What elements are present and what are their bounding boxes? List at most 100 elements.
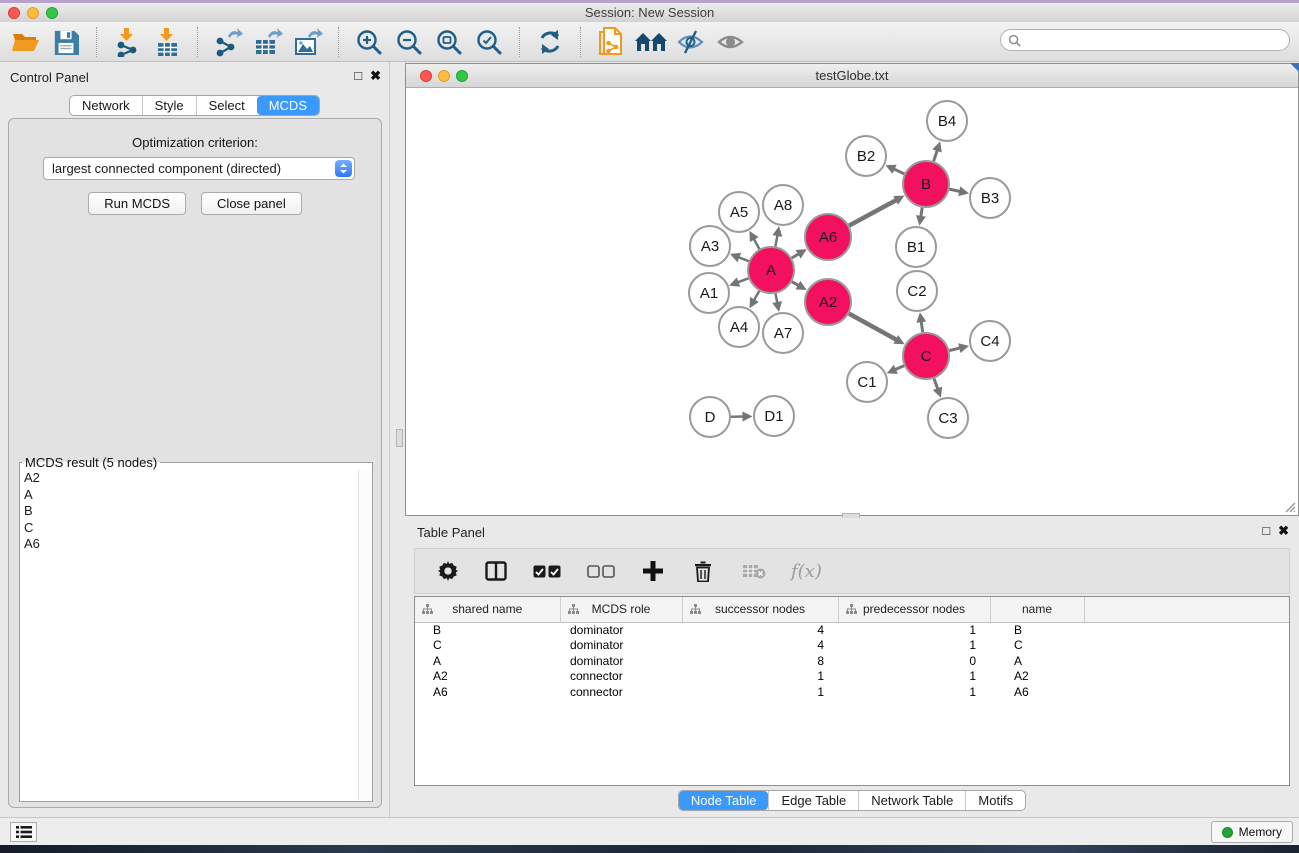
table-cell[interactable]: 1 <box>682 669 838 685</box>
table-cell[interactable]: 1 <box>838 684 990 700</box>
table-tab-network-table[interactable]: Network Table <box>858 791 965 810</box>
tab-select[interactable]: Select <box>196 96 257 115</box>
import-network-button[interactable] <box>107 25 147 59</box>
dropdown-stepper-icon[interactable] <box>335 160 352 177</box>
graph-edge-C-C4[interactable] <box>949 348 960 351</box>
graph-edge-A-A7[interactable] <box>776 294 778 304</box>
table-cell[interactable]: dominator <box>560 622 682 638</box>
control-panel-close-button[interactable]: ✖ <box>370 68 381 84</box>
graph-edge-A-A1[interactable] <box>737 278 748 282</box>
graph-edge-A-A2[interactable] <box>792 282 799 286</box>
table-cell[interactable]: B <box>990 622 1084 638</box>
criterion-dropdown[interactable]: largest connected component (directed) <box>43 157 355 180</box>
table-cell[interactable]: A2 <box>415 669 560 685</box>
table-cell[interactable]: 1 <box>838 638 990 654</box>
mcds-result-item[interactable]: C <box>21 520 357 537</box>
graph-node-A2[interactable]: A2 <box>805 279 851 325</box>
graph-node-B1[interactable]: B1 <box>896 227 936 267</box>
control-panel-float-button[interactable]: □ <box>354 68 362 84</box>
vertical-split-handle[interactable] <box>396 429 403 447</box>
table-settings-button[interactable] <box>435 554 461 588</box>
column-header-name[interactable]: name <box>990 597 1084 622</box>
table-cell[interactable]: A <box>990 653 1084 669</box>
graph-node-C2[interactable]: C2 <box>897 271 937 311</box>
save-session-button[interactable] <box>46 25 86 59</box>
search-field[interactable] <box>1000 29 1290 51</box>
column-header-MCDS-role[interactable]: MCDS role <box>560 597 682 622</box>
result-scrollbar[interactable] <box>358 470 371 800</box>
graph-node-B2[interactable]: B2 <box>846 136 886 176</box>
create-column-button[interactable] <box>639 554 667 588</box>
graph-node-D1[interactable]: D1 <box>754 396 794 436</box>
network-window-titlebar[interactable]: testGlobe.txt <box>406 64 1298 88</box>
graph-edge-B-B1[interactable] <box>921 208 923 218</box>
delete-table-button[interactable] <box>739 554 769 588</box>
graph-node-B3[interactable]: B3 <box>970 178 1010 218</box>
zoom-fit-button[interactable] <box>429 25 469 59</box>
search-input[interactable] <box>1021 31 1289 49</box>
table-cell[interactable]: B <box>415 622 560 638</box>
graph-node-A6[interactable]: A6 <box>805 214 851 260</box>
graph-edge-A6-B[interactable] <box>849 200 897 226</box>
graph-edge-C-C1[interactable] <box>895 366 905 370</box>
graph-node-A[interactable]: A <box>748 247 794 293</box>
graph-edge-B-B2[interactable] <box>893 169 904 174</box>
graph-edge-A-A5[interactable] <box>754 238 760 249</box>
zoom-selected-button[interactable] <box>469 25 509 59</box>
table-cell[interactable]: 4 <box>682 622 838 638</box>
mcds-result-item[interactable]: A6 <box>21 536 357 553</box>
table-cell[interactable]: 0 <box>838 653 990 669</box>
column-header-shared-name[interactable]: shared name <box>415 597 560 622</box>
zoom-out-button[interactable] <box>389 25 429 59</box>
table-cell[interactable]: A6 <box>990 684 1084 700</box>
table-cell[interactable]: A2 <box>990 669 1084 685</box>
function-builder-button[interactable]: f(x) <box>791 561 822 582</box>
graph-node-A1[interactable]: A1 <box>689 273 729 313</box>
graph-edge-A2-C[interactable] <box>849 314 897 341</box>
column-header-successor-nodes[interactable]: successor nodes <box>682 597 838 622</box>
graph-node-C4[interactable]: C4 <box>970 321 1010 361</box>
table-panel-close-button[interactable]: ✖ <box>1278 523 1289 539</box>
show-columns-button[interactable] <box>483 554 509 588</box>
delete-column-button[interactable] <box>689 554 717 588</box>
graph-edge-C-C3[interactable] <box>934 379 938 390</box>
graph-node-D[interactable]: D <box>690 397 730 437</box>
table-cell[interactable]: A6 <box>415 684 560 700</box>
graph-edge-A-A4[interactable] <box>754 291 760 301</box>
graph-edge-B-B3[interactable] <box>949 189 960 192</box>
table-cell[interactable]: 4 <box>682 638 838 654</box>
graph-node-B4[interactable]: B4 <box>927 101 967 141</box>
table-cell[interactable]: 1 <box>838 622 990 638</box>
graph-node-C[interactable]: C <box>903 333 949 379</box>
mcds-result-item[interactable]: A2 <box>21 470 357 487</box>
unselect-all-columns-button[interactable] <box>585 554 617 588</box>
table-cell[interactable]: 1 <box>682 684 838 700</box>
column-header-predecessor-nodes[interactable]: predecessor nodes <box>838 597 990 622</box>
first-neighbors-button[interactable] <box>631 25 671 59</box>
show-hide-panels-button[interactable] <box>671 25 711 59</box>
export-image-button[interactable] <box>288 25 328 59</box>
table-cell[interactable]: dominator <box>560 653 682 669</box>
tab-style[interactable]: Style <box>142 96 196 115</box>
table-cell[interactable]: C <box>415 638 560 654</box>
table-cell[interactable]: connector <box>560 684 682 700</box>
preview-button[interactable] <box>711 25 751 59</box>
table-tab-motifs[interactable]: Motifs <box>965 791 1025 810</box>
resize-grip-icon[interactable] <box>1282 499 1296 513</box>
network-graph[interactable]: B4B2BB3A8A5A6A3B1AC2A1A2A4A7C4CC1C3DD1 <box>406 88 1298 515</box>
table-row[interactable]: Cdominator41C <box>415 638 1289 654</box>
graph-edge-B-B4[interactable] <box>934 150 938 162</box>
graph-node-C1[interactable]: C1 <box>847 362 887 402</box>
export-table-button[interactable] <box>248 25 288 59</box>
table-panel-float-button[interactable]: □ <box>1262 523 1270 539</box>
graph-edge-A-A3[interactable] <box>738 257 749 261</box>
run-mcds-button[interactable]: Run MCDS <box>88 192 186 215</box>
graph-node-A5[interactable]: A5 <box>719 192 759 232</box>
table-row[interactable]: Bdominator41B <box>415 622 1289 638</box>
graph-edge-A-A6[interactable] <box>792 254 800 259</box>
graph-node-C3[interactable]: C3 <box>928 398 968 438</box>
table-tab-edge-table[interactable]: Edge Table <box>768 791 858 810</box>
graph-node-A3[interactable]: A3 <box>690 226 730 266</box>
zoom-in-button[interactable] <box>349 25 389 59</box>
table-cell[interactable]: C <box>990 638 1084 654</box>
